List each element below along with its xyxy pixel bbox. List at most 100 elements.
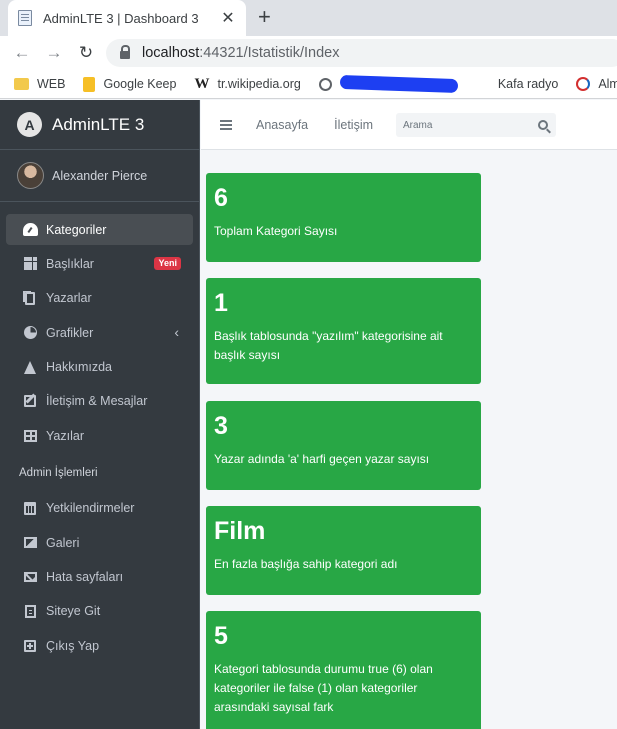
user-panel[interactable]: Alexander Pierce bbox=[0, 150, 199, 202]
sidebar-item-kategoriler[interactable]: Kategoriler bbox=[6, 214, 193, 245]
top-navbar: Anasayfa İletişim Arama bbox=[201, 100, 617, 150]
new-tab-button[interactable]: + bbox=[258, 4, 271, 30]
globe-icon bbox=[318, 77, 332, 91]
stat-value: 6 bbox=[214, 184, 228, 212]
sidebar-item-cikis-yap[interactable]: Çıkış Yap bbox=[6, 630, 193, 661]
lock-icon bbox=[120, 45, 130, 59]
sidebar-item-yazarlar[interactable]: Yazarlar bbox=[6, 283, 193, 314]
sidebar-item-siteye-git[interactable]: Siteye Git bbox=[6, 596, 193, 627]
address-bar[interactable]: localhost:44321/Istatistik/Index bbox=[106, 39, 617, 67]
pie-chart-icon bbox=[22, 326, 38, 340]
bookmark-label: Google Keep bbox=[103, 77, 177, 91]
search-icon[interactable] bbox=[538, 120, 548, 130]
sidebar-item-yazilar[interactable]: Yazılar bbox=[6, 420, 193, 451]
bookmark-label: tr.wikipedia.org bbox=[217, 77, 301, 91]
adminlte-logo-icon: A bbox=[17, 112, 42, 137]
folder-icon bbox=[14, 78, 29, 90]
bookmark-redacted[interactable] bbox=[318, 74, 472, 94]
sidebar-item-yetkilendirmeler[interactable]: Yetkilendirmeler bbox=[6, 493, 193, 524]
tachometer-icon bbox=[22, 223, 38, 237]
grid-icon bbox=[22, 257, 38, 271]
sidebar-item-label: Galeri bbox=[46, 535, 80, 550]
stat-description: Toplam Kategori Sayısı bbox=[214, 224, 338, 238]
bookmark-kafa-radyo[interactable]: Kafa radyo bbox=[490, 77, 558, 91]
sidebar-item-iletisim-mesajlar[interactable]: İletişim & Mesajlar bbox=[6, 386, 193, 417]
forward-button[interactable]: → bbox=[38, 43, 70, 63]
browser-tab[interactable]: AdminLTE 3 | Dashboard 3 ✕ bbox=[8, 0, 246, 36]
url-host: localhost bbox=[142, 45, 200, 61]
stat-box: 5 Kategori tablosunda durumu true (6) ol… bbox=[206, 611, 481, 729]
plus-square-icon bbox=[22, 639, 38, 653]
stat-description: En fazla başlığa sahip kategori adı bbox=[214, 557, 398, 571]
sidebar-item-label: Kategoriler bbox=[46, 222, 107, 237]
bookmarks-bar: WEB Google Keep Wtr.wikipedia.org Kafa r… bbox=[0, 70, 617, 99]
brand-link[interactable]: A AdminLTE 3 bbox=[0, 100, 199, 150]
stat-box: 6 Toplam Kategori Sayısı bbox=[206, 173, 481, 262]
main-sidebar: A AdminLTE 3 Alexander Pierce Kategorile… bbox=[0, 100, 200, 729]
wikipedia-icon: W bbox=[194, 75, 210, 92]
stat-value: 1 bbox=[214, 289, 228, 317]
sidebar-item-label: Yetkilendirmeler bbox=[46, 501, 135, 516]
bookmark-label: Kafa radyo bbox=[497, 77, 559, 91]
sidebar-item-label: Yazılar bbox=[46, 428, 84, 443]
hamburger-menu-icon[interactable] bbox=[220, 119, 232, 130]
sidebar-item-label: Grafikler bbox=[46, 325, 94, 340]
sidebar-nav: Kategoriler Başlıklar Yeni Yazarlar Graf… bbox=[0, 202, 199, 661]
calendar-icon bbox=[22, 501, 38, 515]
bookmark-almanca[interactable]: Almanca bbox=[576, 77, 617, 91]
user-name: Alexander Pierce bbox=[52, 168, 148, 183]
bookmark-wikipedia[interactable]: Wtr.wikipedia.org bbox=[194, 76, 300, 93]
stat-description: Başlık tablosunda "yazılım" kategorisine… bbox=[214, 329, 443, 362]
chevron-left-icon[interactable]: ‹ bbox=[174, 324, 179, 340]
table-icon bbox=[22, 429, 38, 443]
page-favicon-icon bbox=[18, 10, 32, 26]
stat-value: Film bbox=[214, 517, 266, 545]
image-icon bbox=[22, 536, 38, 550]
bookmark-google-keep[interactable]: Google Keep bbox=[83, 76, 177, 92]
sidebar-item-label: İletişim & Mesajlar bbox=[46, 394, 148, 409]
bookmark-label: Almanca bbox=[598, 77, 617, 91]
stat-box: Film En fazla başlığa sahip kategori adı bbox=[206, 506, 481, 595]
sidebar-item-label: Siteye Git bbox=[46, 604, 101, 619]
edit-icon bbox=[22, 394, 38, 408]
sidebar-item-label: Çıkış Yap bbox=[46, 638, 100, 653]
search-placeholder: Arama bbox=[403, 119, 433, 131]
bookmark-web[interactable]: WEB bbox=[14, 77, 65, 91]
stat-description: Kategori tablosunda durumu true (6) olan… bbox=[214, 662, 433, 714]
reload-button[interactable]: ↻ bbox=[70, 43, 102, 63]
swirl-icon bbox=[576, 77, 591, 91]
sidebar-item-hakkimizda[interactable]: Hakkımızda bbox=[6, 352, 193, 383]
file-icon bbox=[22, 604, 38, 618]
back-button[interactable]: ← bbox=[6, 43, 38, 63]
stat-description: Yazar adında 'a' harfi geçen yazar sayıs… bbox=[214, 452, 430, 466]
new-badge: Yeni bbox=[154, 257, 181, 271]
tab-title: AdminLTE 3 | Dashboard 3 bbox=[43, 10, 199, 26]
tree-icon bbox=[22, 360, 38, 374]
sidebar-header-admin: Admin İşlemleri bbox=[19, 466, 98, 479]
sidebar-item-basliklar[interactable]: Başlıklar Yeni bbox=[6, 248, 193, 279]
browser-tabstrip: AdminLTE 3 | Dashboard 3 ✕ + bbox=[0, 0, 617, 36]
sidebar-item-label: Başlıklar bbox=[46, 256, 94, 271]
stat-box: 1 Başlık tablosunda "yazılım" kategorisi… bbox=[206, 278, 481, 384]
sidebar-item-grafikler[interactable]: Grafikler ‹ bbox=[6, 317, 193, 348]
brand-title: AdminLTE 3 bbox=[52, 114, 145, 134]
nav-link-iletisim[interactable]: İletişim bbox=[334, 118, 373, 132]
stat-value: 3 bbox=[214, 412, 228, 440]
sidebar-item-label: Yazarlar bbox=[46, 291, 92, 306]
sidebar-item-hata-sayfalari[interactable]: Hata sayfaları bbox=[6, 562, 193, 593]
keep-icon bbox=[83, 76, 96, 92]
redaction-scribble bbox=[339, 74, 459, 94]
url-path: :44321/Istatistik/Index bbox=[199, 45, 340, 61]
browser-toolbar: ← → ↻ localhost:44321/Istatistik/Index bbox=[0, 36, 617, 70]
search-input[interactable]: Arama bbox=[396, 113, 556, 137]
sidebar-item-label: Hakkımızda bbox=[46, 360, 112, 375]
sidebar-item-label: Hata sayfaları bbox=[46, 570, 124, 585]
nav-link-anasayfa[interactable]: Anasayfa bbox=[256, 118, 308, 132]
sidebar-item-galeri[interactable]: Galeri bbox=[6, 527, 193, 558]
close-tab-icon[interactable]: ✕ bbox=[220, 8, 236, 28]
copy-icon bbox=[22, 291, 38, 305]
stat-value: 5 bbox=[214, 622, 228, 650]
avatar bbox=[17, 162, 44, 189]
envelope-icon bbox=[22, 570, 38, 584]
bookmark-label: WEB bbox=[37, 77, 66, 91]
